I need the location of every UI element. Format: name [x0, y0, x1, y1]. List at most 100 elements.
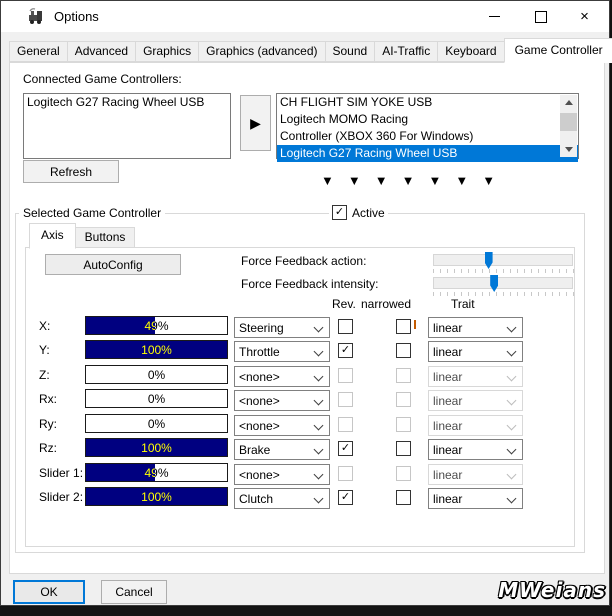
- rev-checkbox: [338, 466, 353, 481]
- bottom-strip: [0, 607, 612, 616]
- rev-checkbox[interactable]: ✓: [338, 343, 353, 358]
- trait-select[interactable]: linear: [428, 488, 523, 509]
- function-select[interactable]: Clutch: [234, 488, 330, 509]
- trait-select[interactable]: linear: [428, 439, 523, 460]
- scroll-down-icon: [565, 147, 573, 152]
- chevron-down-icon: [507, 347, 517, 357]
- chevron-down-icon: [314, 494, 324, 504]
- axis-row-y: Y: 100% 100% Throttle ✓ linear: [1, 340, 597, 362]
- trait-select[interactable]: linear: [428, 317, 523, 338]
- axis-label: X:: [39, 319, 50, 333]
- active-label: Active: [352, 206, 385, 220]
- trait-select: linear: [428, 464, 523, 485]
- trait-select: linear: [428, 390, 523, 411]
- close-button[interactable]: ×: [562, 1, 607, 32]
- chevron-down-icon: [507, 323, 517, 333]
- function-select[interactable]: Steering: [234, 317, 330, 338]
- function-select[interactable]: <none>: [234, 464, 330, 485]
- axis-label: Z:: [39, 368, 50, 382]
- axis-value-fill: 100%: [86, 488, 227, 505]
- rev-checkbox[interactable]: [338, 319, 353, 334]
- title-bar[interactable]: Options ×: [1, 1, 609, 32]
- text-cursor-mark: [414, 320, 416, 329]
- scroll-up-button[interactable]: [560, 95, 577, 110]
- function-select[interactable]: <none>: [234, 390, 330, 411]
- trait-select: linear: [428, 366, 523, 387]
- list-item[interactable]: Logitech MOMO Racing: [277, 111, 578, 128]
- trait-select[interactable]: linear: [428, 341, 523, 362]
- ff-action-ticks: [433, 269, 574, 273]
- connected-controllers-listbox[interactable]: Logitech G27 Racing Wheel USB: [23, 93, 231, 159]
- autoconfig-button[interactable]: AutoConfig: [45, 254, 181, 275]
- ok-button[interactable]: OK: [13, 580, 85, 604]
- narrowed-checkbox[interactable]: [396, 343, 411, 358]
- narrowed-checkbox[interactable]: [396, 319, 411, 334]
- main-tabstrip: General Advanced Graphics Graphics (adva…: [9, 39, 612, 62]
- narrowed-checkbox[interactable]: [396, 490, 411, 505]
- header-rev: Rev.: [332, 297, 356, 311]
- tab-buttons[interactable]: Buttons: [75, 227, 136, 248]
- tab-graphics[interactable]: Graphics: [135, 41, 199, 62]
- chevron-down-icon: [314, 347, 324, 357]
- scroll-up-icon: [565, 100, 573, 105]
- axis-marker-icons: ▼▼▼▼▼▼▼: [321, 173, 509, 188]
- tab-general[interactable]: General: [9, 41, 68, 62]
- axis-value-fill: 100%: [86, 439, 227, 456]
- axis-label: Slider 2:: [39, 490, 83, 504]
- axis-value-bar: 49% 49%: [85, 463, 228, 482]
- cancel-button[interactable]: Cancel: [101, 580, 167, 604]
- axis-value-bar: 100% 100%: [85, 340, 228, 359]
- tab-sound[interactable]: Sound: [325, 41, 376, 62]
- window-title: Options: [54, 9, 99, 24]
- chevron-down-icon: [314, 372, 324, 382]
- chevron-down-icon: [314, 470, 324, 480]
- scrollbar-thumb[interactable]: [560, 113, 577, 131]
- narrowed-checkbox: [396, 368, 411, 383]
- maximize-button[interactable]: [518, 1, 563, 32]
- chevron-down-icon: [507, 421, 517, 431]
- tab-keyboard[interactable]: Keyboard: [437, 41, 504, 62]
- list-item-selected[interactable]: Logitech G27 Racing Wheel USB: [277, 145, 578, 162]
- axis-row-x: X: 49% 49% Steering linear: [1, 316, 597, 338]
- active-checkbox[interactable]: ✓: [332, 205, 347, 220]
- available-controllers-listbox[interactable]: CH FLIGHT SIM YOKE USB Logitech MOMO Rac…: [276, 93, 579, 159]
- axis-value-bar: 0% 0%: [85, 365, 228, 384]
- axis-row-z: Z: 0% 0% <none> linear: [1, 365, 597, 387]
- axis-row-slider2: Slider 2: 100% 100% Clutch ✓ linear: [1, 487, 597, 509]
- function-select[interactable]: Brake: [234, 439, 330, 460]
- chevron-down-icon: [507, 396, 517, 406]
- scroll-down-button[interactable]: [560, 142, 577, 157]
- list-item[interactable]: Controller (XBOX 360 For Windows): [277, 128, 578, 145]
- refresh-button[interactable]: Refresh: [23, 160, 119, 183]
- ff-intensity-slider[interactable]: [433, 277, 573, 289]
- tab-graphics-advanced[interactable]: Graphics (advanced): [198, 41, 325, 62]
- function-select[interactable]: Throttle: [234, 341, 330, 362]
- list-item[interactable]: CH FLIGHT SIM YOKE USB: [277, 94, 578, 111]
- minimize-icon: [489, 16, 500, 17]
- tab-game-controller[interactable]: Game Controller: [504, 38, 612, 63]
- listbox-scrollbar[interactable]: [560, 95, 577, 157]
- rev-checkbox[interactable]: ✓: [338, 441, 353, 456]
- tab-advanced[interactable]: Advanced: [67, 41, 136, 62]
- list-item[interactable]: Logitech G27 Racing Wheel USB: [24, 94, 230, 111]
- function-select[interactable]: <none>: [234, 366, 330, 387]
- header-trait: Trait: [451, 297, 475, 311]
- chevron-down-icon: [314, 421, 324, 431]
- rev-checkbox[interactable]: ✓: [338, 490, 353, 505]
- minimize-button[interactable]: [472, 1, 517, 32]
- ff-intensity-ticks: [433, 292, 574, 296]
- groupbox-label: Selected Game Controller: [19, 206, 165, 220]
- tab-axis[interactable]: Axis: [29, 223, 76, 249]
- chevron-down-icon: [314, 323, 324, 333]
- assign-arrow-button[interactable]: ▶: [240, 95, 271, 151]
- active-checkbox-row: ✓ Active: [329, 205, 388, 220]
- axis-value-bar: 49% 49%: [85, 316, 228, 335]
- axis-value-fill: 100%: [86, 341, 227, 358]
- tab-ai-traffic[interactable]: AI-Traffic: [374, 41, 438, 62]
- trait-select: linear: [428, 415, 523, 436]
- axis-value-bar: 0% 0%: [85, 389, 228, 408]
- narrowed-checkbox[interactable]: [396, 441, 411, 456]
- rev-checkbox: [338, 392, 353, 407]
- function-select[interactable]: <none>: [234, 415, 330, 436]
- ff-action-slider[interactable]: [433, 254, 573, 266]
